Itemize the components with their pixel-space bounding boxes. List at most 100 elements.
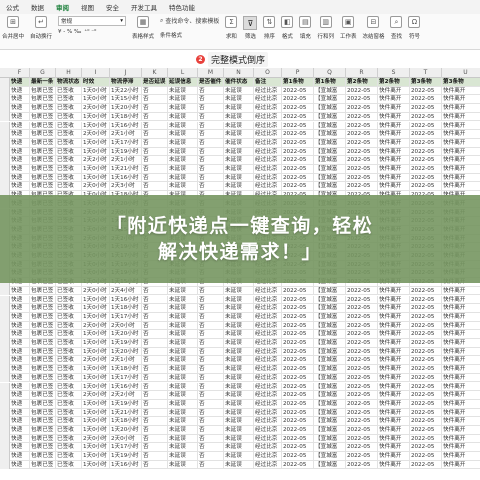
table-cell[interactable]: 2022-05 <box>410 426 442 435</box>
table-cell[interactable]: 包裹已签 <box>30 365 56 374</box>
table-cell[interactable]: 2022-05 <box>282 295 314 305</box>
table-cell[interactable]: 否 <box>198 347 224 357</box>
table-cell[interactable]: 快件离开 <box>378 452 410 461</box>
table-cell[interactable]: 1天0小时 <box>82 330 110 339</box>
table-cell[interactable]: 快件离开 <box>442 426 480 435</box>
header-cell[interactable]: 催件状态 <box>224 78 254 87</box>
table-cell[interactable]: 否 <box>198 86 224 96</box>
menu-item[interactable]: 公式 <box>0 2 25 12</box>
table-cell[interactable]: 未延误 <box>224 295 254 305</box>
table-cell[interactable]: 2天4小时 <box>110 286 142 296</box>
row-number[interactable] <box>0 304 10 313</box>
table-cell[interactable]: 快件离开 <box>442 182 480 191</box>
table-cell[interactable]: 2022-05 <box>410 304 442 313</box>
table-cell[interactable]: 2022-05 <box>282 443 314 453</box>
table-cell[interactable]: 否 <box>142 426 168 435</box>
table-cell[interactable]: 快件离开 <box>442 174 480 183</box>
column-letter[interactable]: H <box>56 68 82 78</box>
table-cell[interactable]: 否 <box>198 147 224 157</box>
table-cell[interactable]: 否 <box>142 156 168 165</box>
table-cell[interactable]: 1天0小时 <box>82 460 110 470</box>
number-format-select[interactable]: 常规 ▾ <box>58 16 127 26</box>
table-cell[interactable]: 未延误 <box>224 426 254 435</box>
table-cell[interactable]: 未延误 <box>168 391 198 400</box>
table-cell[interactable]: 2天2小时 <box>82 156 110 165</box>
table-cell[interactable]: 1天20小时 <box>110 426 142 435</box>
table-cell[interactable]: 2022-05 <box>282 339 314 348</box>
table-cell[interactable]: 已签收 <box>56 173 82 183</box>
table-cell[interactable]: 2022-05 <box>282 417 314 426</box>
table-cell[interactable]: 2022-05 <box>410 295 442 305</box>
table-cell[interactable]: 【宣城富 <box>314 460 346 470</box>
table-cell[interactable]: 【宣城富 <box>314 130 346 139</box>
table-cell[interactable]: 否 <box>142 391 168 400</box>
table-cell[interactable]: 已签收 <box>56 147 82 157</box>
table-cell[interactable]: 包裹已签 <box>30 330 56 339</box>
table-cell[interactable]: 否 <box>198 434 224 444</box>
table-cell[interactable]: 1天0小时 <box>82 121 110 131</box>
table-cell[interactable]: 2022-05 <box>346 304 378 313</box>
table-cell[interactable]: 经过比京 <box>254 304 282 313</box>
table-cell[interactable]: 2022-05 <box>410 182 442 192</box>
table-cell[interactable]: 包裹已签 <box>30 391 56 400</box>
row-number[interactable] <box>0 104 10 113</box>
worksheet-button[interactable]: ▣ 工作表 <box>340 16 356 40</box>
table-cell[interactable]: 未延误 <box>224 182 254 192</box>
table-cell[interactable]: 【宣城富 <box>314 173 346 183</box>
table-cell[interactable]: 未延误 <box>224 391 254 400</box>
table-cell[interactable]: 快递 <box>10 95 30 105</box>
table-cell[interactable]: 2022-05 <box>346 443 378 453</box>
table-cell[interactable]: 包裹已签 <box>30 426 56 435</box>
table-cell[interactable]: 2022-05 <box>282 321 314 331</box>
table-cell[interactable]: 快件离开 <box>378 382 410 392</box>
table-cell[interactable]: 经过比京 <box>254 147 282 157</box>
table-cell[interactable]: 2天0小时 <box>82 434 110 444</box>
table-cell[interactable]: 2022-05 <box>410 104 442 113</box>
table-cell[interactable]: 快件离开 <box>378 356 410 366</box>
table-cell[interactable]: 【宣城富 <box>314 182 346 192</box>
table-cell[interactable]: 【宣城富 <box>314 382 346 392</box>
table-cell[interactable]: 已签收 <box>56 382 82 392</box>
table-cell[interactable]: 2天0小时 <box>82 321 110 331</box>
table-cell[interactable]: 包裹已签 <box>30 95 56 105</box>
table-cell[interactable]: 2022-05 <box>410 156 442 165</box>
table-cell[interactable]: 否 <box>198 104 224 113</box>
table-cell[interactable]: 快递 <box>10 130 30 139</box>
table-cell[interactable]: 快递 <box>10 460 30 470</box>
table-cell[interactable]: 否 <box>142 173 168 183</box>
table-cell[interactable]: 快件离开 <box>378 286 410 296</box>
table-cell[interactable]: 包裹已签 <box>30 312 56 322</box>
table-cell[interactable]: 包裹已签 <box>30 86 56 96</box>
row-number[interactable] <box>0 356 10 366</box>
row-number[interactable] <box>0 182 10 192</box>
row-number[interactable] <box>0 321 10 331</box>
table-cell[interactable]: 1天0小时 <box>82 347 110 357</box>
table-cell[interactable]: 2022-05 <box>282 147 314 157</box>
table-cell[interactable]: 快件离开 <box>378 417 410 426</box>
column-letter[interactable]: M <box>198 68 224 78</box>
table-cell[interactable]: 2022-05 <box>282 330 314 339</box>
table-cell[interactable]: 未延误 <box>168 347 198 357</box>
table-cell[interactable]: 2022-05 <box>282 156 314 165</box>
table-cell[interactable]: 否 <box>198 408 224 418</box>
table-cell[interactable]: 2天0小时 <box>82 356 110 366</box>
table-cell[interactable]: 未延误 <box>168 295 198 305</box>
table-cell[interactable]: 快件离开 <box>378 443 410 453</box>
table-cell[interactable]: 1天0小时 <box>82 95 110 105</box>
table-cell[interactable]: 包裹已签 <box>30 130 56 139</box>
table-cell[interactable]: 包裹已签 <box>30 399 56 409</box>
table-cell[interactable]: 否 <box>142 138 168 148</box>
table-cell[interactable]: 包裹已签 <box>30 321 56 331</box>
table-cell[interactable]: 快件离开 <box>442 148 480 157</box>
table-cell[interactable]: 快件离开 <box>378 347 410 357</box>
table-cell[interactable]: 1天19小时 <box>110 339 142 348</box>
table-cell[interactable]: 快递 <box>10 391 30 400</box>
table-cell[interactable]: 快递 <box>10 382 30 392</box>
header-cell[interactable]: 第2条物 <box>346 78 378 87</box>
table-cell[interactable]: 未延误 <box>168 130 198 139</box>
table-cell[interactable]: 否 <box>142 399 168 409</box>
table-cell[interactable]: 快递 <box>10 182 30 192</box>
table-cell[interactable]: 已签收 <box>56 408 82 418</box>
table-cell[interactable]: 包裹已签 <box>30 304 56 313</box>
table-cell[interactable]: 2022-05 <box>282 356 314 366</box>
